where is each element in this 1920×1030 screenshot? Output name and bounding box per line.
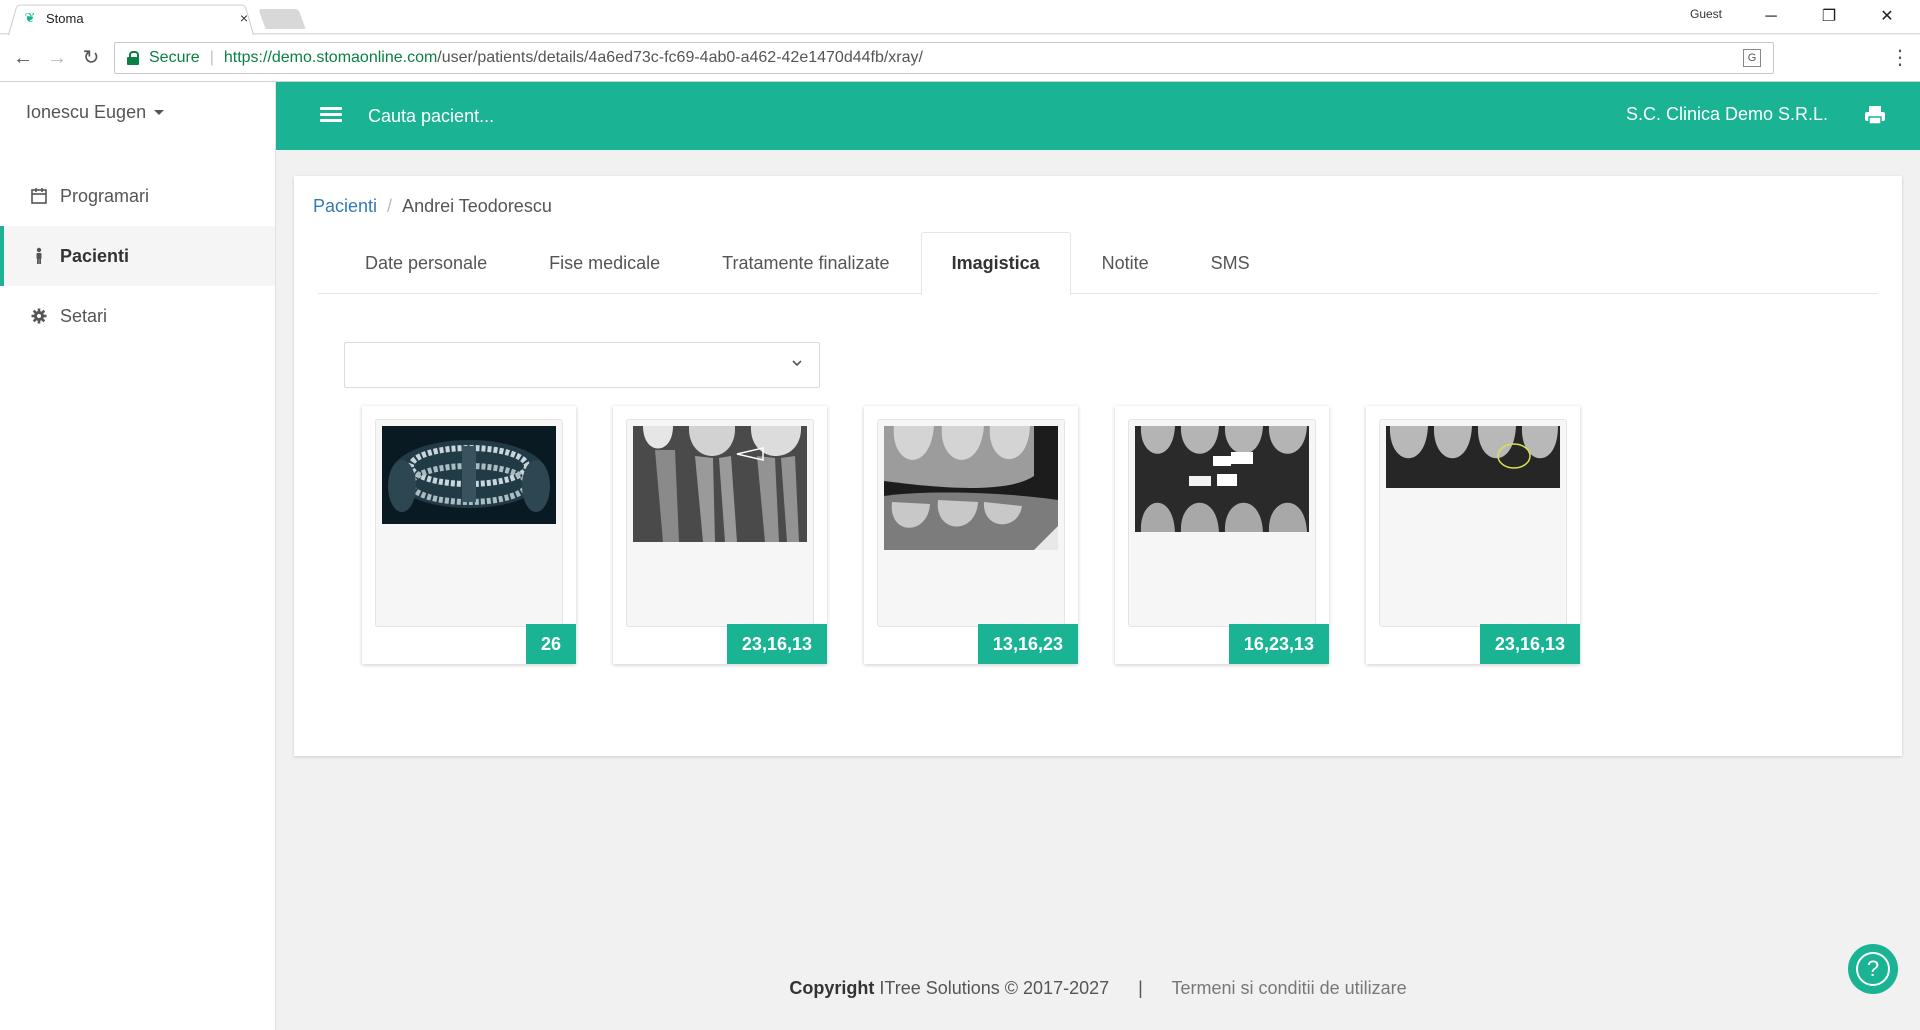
clinic-name: S.C. Clinica Demo S.R.L. bbox=[1626, 104, 1829, 124]
xray-teeth-tag: 16,23,13 bbox=[1228, 624, 1329, 664]
bitewing-fillings-xray-image bbox=[1135, 426, 1309, 532]
patient-tabs: Date personale Fise medicale Tratamente … bbox=[318, 232, 1878, 295]
tooth-favicon-icon: ❦ bbox=[24, 10, 36, 25]
bitewing-marked-xray-image bbox=[1386, 426, 1560, 488]
minimize-icon[interactable]: ─ bbox=[1748, 3, 1794, 31]
sidebar-item-setari[interactable]: Setari bbox=[0, 286, 275, 346]
question-icon: ? bbox=[1856, 952, 1890, 986]
restore-icon[interactable]: ❐ bbox=[1806, 3, 1852, 31]
browser-menu-icon[interactable]: ⋮ bbox=[1890, 45, 1910, 71]
secure-label: Secure bbox=[149, 49, 200, 66]
sidebar-item-programari[interactable]: Programari bbox=[0, 166, 275, 226]
user-menu[interactable]: Ionescu Eugen bbox=[26, 102, 165, 123]
xray-teeth-tag: 23,16,13 bbox=[1479, 624, 1580, 664]
top-bar: S.C. Clinica Demo S.R.L. bbox=[276, 82, 1920, 150]
copyright-label: Copyright bbox=[789, 978, 875, 998]
close-window-icon[interactable]: ✕ bbox=[1864, 3, 1910, 31]
browser-tab-title: Stoma bbox=[46, 10, 84, 26]
xray-gallery: 26 23,16,13 13,16,23 16,23,13 23,16,13 bbox=[362, 406, 1617, 664]
gear-icon bbox=[31, 308, 47, 324]
xray-filter-select[interactable] bbox=[344, 342, 820, 388]
url-host: https://demo.stomaonline.com bbox=[223, 49, 438, 66]
translate-icon[interactable]: G bbox=[1743, 49, 1761, 67]
user-name: Ionescu Eugen bbox=[26, 102, 147, 122]
print-icon[interactable] bbox=[1864, 104, 1886, 126]
sidebar-item-label: Setari bbox=[60, 305, 108, 326]
chevron-down-icon bbox=[792, 360, 802, 367]
breadcrumb-separator: / bbox=[387, 196, 393, 216]
sidebar: Ionescu Eugen Programari Pacienti Setari bbox=[0, 82, 276, 1030]
sidebar-item-pacienti[interactable]: Pacienti bbox=[0, 226, 275, 286]
sidebar-nav: Programari Pacienti Setari bbox=[0, 166, 275, 346]
hamburger-menu-icon[interactable] bbox=[320, 104, 342, 126]
tab-imagistica[interactable]: Imagistica bbox=[920, 232, 1071, 295]
xray-card[interactable]: 23,16,13 bbox=[1366, 406, 1580, 664]
back-arrow-icon[interactable]: ← bbox=[10, 45, 36, 71]
xray-thumbnail-frame bbox=[1379, 419, 1567, 627]
xray-teeth-tag: 23,16,13 bbox=[726, 624, 827, 664]
browser-tab-strip: ❦ Stoma × Guest ─ ❐ ✕ bbox=[0, 0, 1920, 35]
tab-date-personale[interactable]: Date personale bbox=[334, 232, 518, 294]
browser-tab[interactable]: ❦ Stoma × bbox=[22, 8, 252, 28]
calendar-icon bbox=[31, 188, 47, 204]
panoramic-xray-image bbox=[382, 426, 556, 524]
tab-notite[interactable]: Notite bbox=[1071, 232, 1180, 294]
url-path: /user/patients/details/4a6ed73c-fc69-4ab… bbox=[437, 49, 923, 66]
xray-thumbnail-frame bbox=[1128, 419, 1316, 627]
reload-icon[interactable]: ↻ bbox=[78, 45, 104, 71]
caret-down-icon bbox=[154, 110, 165, 115]
xray-card[interactable]: 23,16,13 bbox=[613, 406, 827, 664]
xray-card[interactable]: 13,16,23 bbox=[864, 406, 1078, 664]
sidebar-item-label: Programari bbox=[60, 185, 150, 206]
xray-teeth-tag: 13,16,23 bbox=[977, 624, 1078, 664]
terms-link[interactable]: Termeni si conditii de utilizare bbox=[1172, 978, 1407, 998]
sidebar-item-label: Pacienti bbox=[60, 245, 130, 266]
address-toolbar: ← → ↻ Secure | https://demo.stomaonline.… bbox=[0, 35, 1920, 82]
xray-card[interactable]: 26 bbox=[362, 406, 576, 664]
copyright-text: ITree Solutions © 2017-2027 bbox=[874, 978, 1110, 998]
xray-thumbnail-frame bbox=[626, 419, 814, 627]
xray-card[interactable]: 16,23,13 bbox=[1115, 406, 1329, 664]
breadcrumb: Pacienti / Andrei Teodorescu bbox=[313, 196, 552, 217]
xray-thumbnail-frame bbox=[877, 419, 1065, 627]
address-bar[interactable]: Secure | https://demo.stomaonline.com /u… bbox=[114, 42, 1774, 74]
help-button[interactable]: ? bbox=[1848, 944, 1898, 994]
guest-profile-label[interactable]: Guest bbox=[1690, 7, 1722, 21]
periapical-xray-image bbox=[633, 426, 807, 542]
omnibox-divider: | bbox=[209, 49, 214, 66]
breadcrumb-pacienti-link[interactable]: Pacienti bbox=[313, 196, 377, 217]
tab-sms[interactable]: SMS bbox=[1180, 232, 1281, 294]
footer: Copyright ITree Solutions © 2017-2027 | … bbox=[276, 978, 1920, 999]
lock-icon bbox=[127, 51, 139, 65]
patient-details-panel: Pacienti / Andrei Teodorescu Date person… bbox=[294, 176, 1902, 756]
person-icon bbox=[36, 247, 42, 264]
bitewing-xray-image bbox=[884, 426, 1058, 550]
forward-arrow-icon[interactable]: → bbox=[44, 45, 70, 71]
breadcrumb-current-patient: Andrei Teodorescu bbox=[402, 196, 552, 216]
new-tab-button[interactable] bbox=[258, 9, 306, 29]
footer-separator: | bbox=[1138, 978, 1143, 998]
xray-thumbnail-frame bbox=[375, 419, 563, 627]
close-tab-icon[interactable]: × bbox=[236, 10, 252, 26]
xray-teeth-tag: 26 bbox=[525, 624, 576, 664]
tab-fise-medicale[interactable]: Fise medicale bbox=[518, 232, 691, 294]
patient-search-input[interactable] bbox=[368, 100, 768, 132]
tab-tratamente-finalizate[interactable]: Tratamente finalizate bbox=[691, 232, 920, 294]
